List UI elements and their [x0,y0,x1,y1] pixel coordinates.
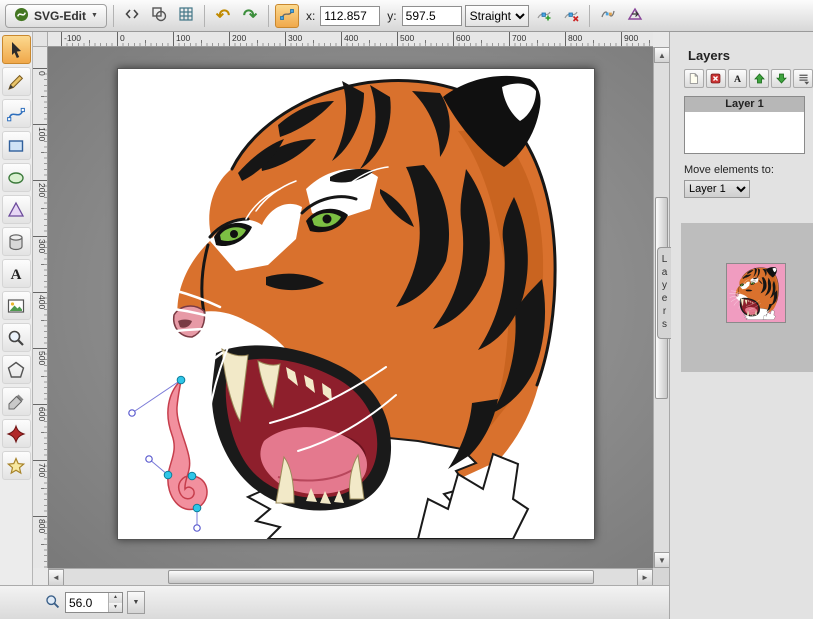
zoom-increase-button[interactable]: ▲ [109,593,122,603]
tool-zoom[interactable] [2,323,31,352]
tools-palette: A [0,32,33,585]
separator [268,5,269,27]
layer-row[interactable]: Layer 1 [685,97,804,112]
tool-image[interactable] [2,291,31,320]
zoom-spinner: ▲ ▼ [108,593,122,612]
undo-button[interactable]: ↶ [211,4,235,28]
x-label: x: [306,9,315,23]
tiger-artwork[interactable] [118,69,594,539]
layer-options-button[interactable] [793,69,813,88]
scroll-left-button[interactable]: ◄ [48,569,64,586]
tool-star[interactable] [2,451,31,480]
grid-icon [178,6,194,25]
wireframe-icon [151,6,167,25]
lower-layer-button[interactable] [771,69,791,88]
link-control-points-toggle[interactable] [275,4,299,28]
new-layer-button[interactable] [684,69,704,88]
path-nodes-icon [279,6,295,25]
segment-type-select[interactable]: Straight [465,5,529,27]
logo-icon [14,7,29,25]
move-elements-label: Move elements to: [684,164,813,176]
scroll-right-button[interactable]: ► [637,569,653,586]
zoom-control: ▲ ▼ [65,592,123,613]
node-delete-icon [563,6,579,25]
separator [113,5,114,27]
redo-arrow-icon: ↷ [243,7,257,24]
menu-label: SVG-Edit [34,9,86,23]
tool-pencil[interactable] [2,67,31,96]
y-label: y: [387,9,396,23]
x-coordinate-field[interactable] [320,6,380,26]
separator [589,5,590,27]
tool-select[interactable] [2,35,31,64]
flatten-path-icon [627,6,643,25]
bottom-bar: ▲ ▼ ▼ [0,585,669,619]
open-path-icon [600,6,616,25]
layers-panel-drag-tab[interactable]: Layers [657,247,671,339]
svg-text:A: A [11,267,22,283]
layers-toolbar: A [684,69,813,88]
rename-layer-button[interactable]: A [728,69,748,88]
main-menu-button[interactable]: SVG-Edit ▼ [5,4,107,28]
horizontal-scroll-thumb[interactable] [168,570,594,584]
separator [204,5,205,27]
layers-panel-title: Layers [688,48,813,63]
redo-button[interactable]: ↷ [238,4,262,28]
delete-layer-button[interactable] [706,69,726,88]
delete-node-button[interactable] [559,4,583,28]
scroll-up-button[interactable]: ▲ [654,47,670,63]
tool-text[interactable]: A [2,259,31,288]
ruler-corner [33,32,48,47]
zoom-input[interactable] [66,593,108,612]
tool-ellipse[interactable] [2,163,31,192]
layer-preview-thumbnail [726,263,786,323]
zoom-magnifier-icon [44,593,61,613]
tool-shape-library[interactable] [2,419,31,448]
source-editor-button[interactable] [120,4,144,28]
scroll-down-button[interactable]: ▼ [654,552,670,568]
move-target-select[interactable]: Layer 1 [684,180,750,198]
scrollbar-corner [653,568,669,585]
zoom-preset-dropdown-button[interactable]: ▼ [127,591,145,614]
wireframe-button[interactable] [147,4,171,28]
canvas-workspace[interactable] [48,47,653,568]
tool-cylinder[interactable] [2,227,31,256]
tool-rectangle[interactable] [2,131,31,160]
svg-canvas[interactable] [117,68,595,540]
add-node-button[interactable] [532,4,556,28]
horizontal-scrollbar[interactable]: ◄ ► [48,568,653,585]
layers-side-panel [681,223,813,372]
raise-layer-button[interactable] [749,69,769,88]
tool-eyedropper[interactable] [2,387,31,416]
layers-panel: Layers A Layer 1 Move elements to: Layer… [669,32,813,619]
node-plus-icon [536,6,552,25]
undo-arrow-icon: ↶ [216,7,230,24]
vertical-ruler: 0100200300400500600700800900 [33,47,48,568]
layers-list[interactable]: Layer 1 [684,96,805,154]
zoom-decrease-button[interactable]: ▼ [109,603,122,613]
tool-pentagon[interactable] [2,355,31,384]
code-icon [124,6,140,25]
tool-polygon[interactable] [2,195,31,224]
open-path-button[interactable] [596,4,620,28]
grid-button[interactable] [174,4,198,28]
flatten-path-button[interactable] [623,4,647,28]
svg-text:A: A [734,74,741,85]
top-toolbar: SVG-Edit ▼ ↶ ↷ x: y: Straight [0,0,813,32]
tool-path[interactable] [2,99,31,128]
chevron-down-icon: ▼ [91,12,98,19]
path-edit-overlay[interactable] [129,376,207,531]
horizontal-ruler: -10001002003004005006007008009001000 [48,32,653,47]
svg-edit-app: SVG-Edit ▼ ↶ ↷ x: y: Straight [0,0,813,619]
y-coordinate-field[interactable] [402,6,462,26]
